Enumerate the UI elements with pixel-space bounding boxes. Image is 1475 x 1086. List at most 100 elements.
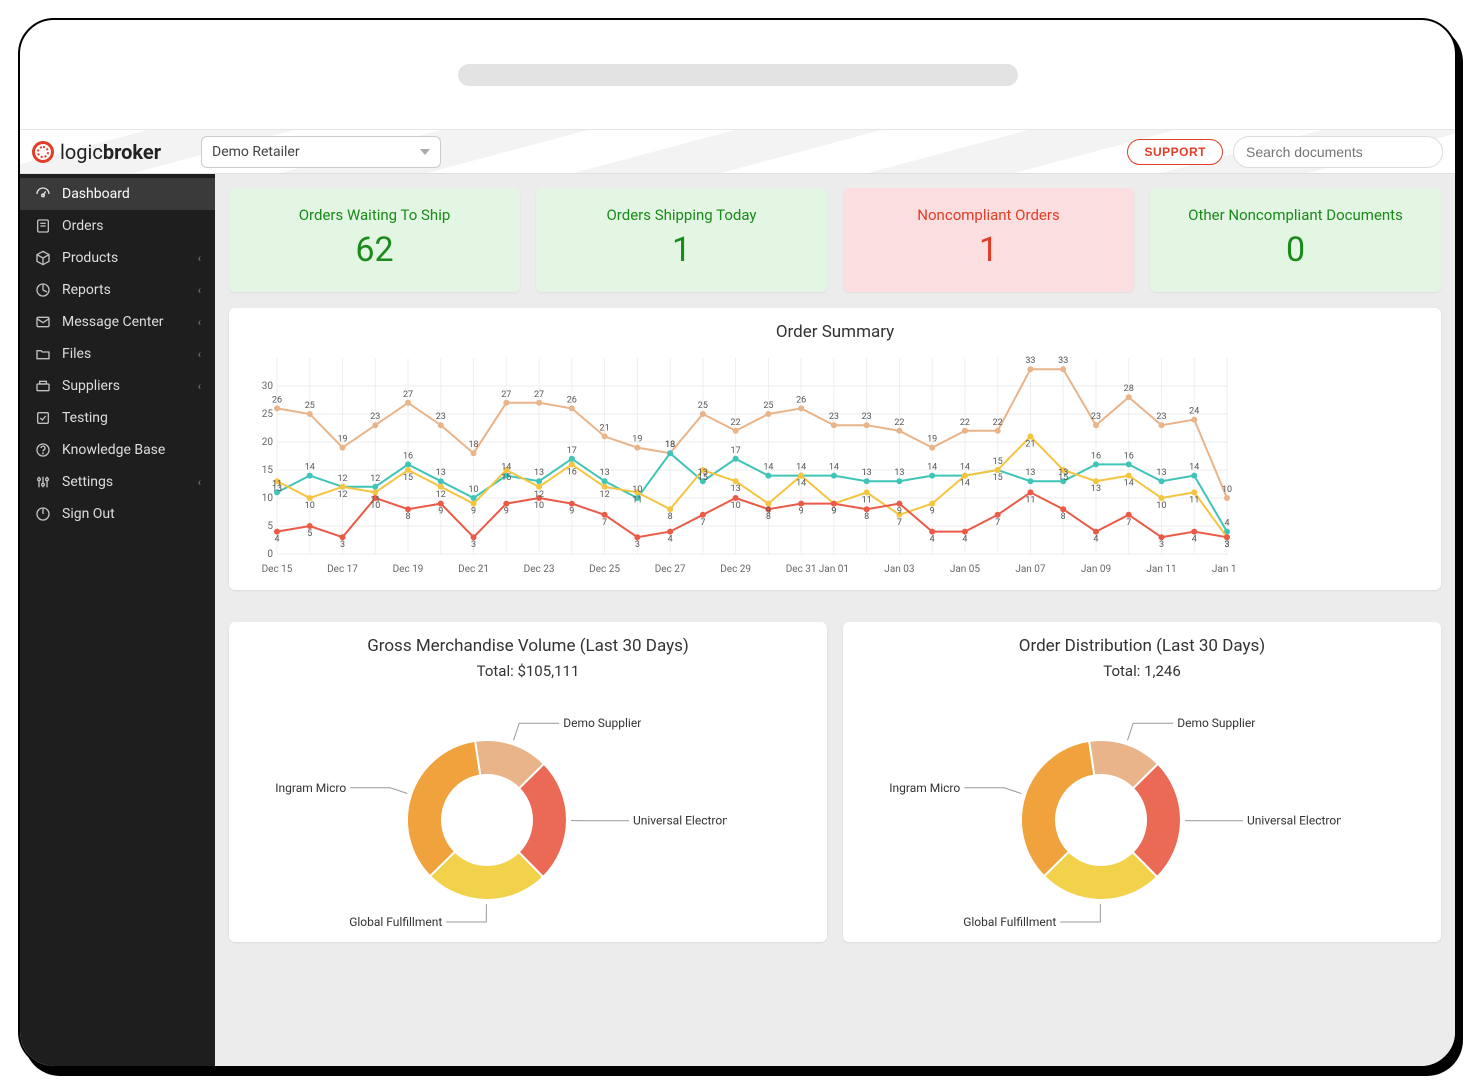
support-button[interactable]: SUPPORT (1127, 139, 1223, 165)
svg-text:23: 23 (829, 412, 839, 422)
svg-text:13: 13 (862, 468, 872, 478)
brand-prefix: logic (60, 140, 103, 164)
summary-card[interactable]: Orders Shipping Today1 (536, 188, 827, 292)
svg-text:8: 8 (406, 512, 411, 522)
summary-card[interactable]: Other Noncompliant Documents0 (1150, 188, 1441, 292)
dist-title: Order Distribution (Last 30 Days) (861, 636, 1423, 656)
svg-text:Jan 13: Jan 13 (1212, 564, 1237, 575)
message-icon (34, 314, 52, 330)
search-input[interactable] (1246, 144, 1427, 160)
svg-text:11: 11 (862, 495, 872, 505)
svg-text:24: 24 (1189, 407, 1199, 417)
sidebar-item-sign-out[interactable]: Sign Out (20, 498, 215, 530)
svg-text:4: 4 (1192, 535, 1197, 545)
gear-icon (32, 141, 54, 163)
sidebar-item-files[interactable]: Files‹ (20, 338, 215, 370)
sidebar-item-label: Testing (62, 410, 201, 426)
svg-text:18: 18 (665, 440, 675, 450)
svg-text:Global Fulfillment: Global Fulfillment (963, 915, 1056, 929)
svg-text:21: 21 (600, 423, 610, 433)
dist-chart: Demo SupplierUniversal Electronic Integr… (861, 690, 1423, 930)
chevron-left-icon: ‹ (198, 316, 201, 329)
browser-chrome (20, 20, 1455, 130)
svg-text:Ingram Micro: Ingram Micro (889, 781, 960, 795)
reports-icon (34, 282, 52, 298)
svg-text:14: 14 (1124, 479, 1134, 489)
svg-text:7: 7 (995, 518, 1000, 528)
sidebar-item-label: Orders (62, 218, 201, 234)
svg-text:3: 3 (340, 540, 345, 550)
svg-text:13: 13 (1156, 468, 1166, 478)
svg-text:17: 17 (567, 446, 577, 456)
svg-text:10: 10 (534, 501, 544, 511)
svg-text:15: 15 (993, 457, 1003, 467)
chevron-left-icon: ‹ (198, 252, 201, 265)
svg-text:23: 23 (436, 412, 446, 422)
url-bar[interactable] (458, 64, 1018, 86)
knowledge-icon (34, 442, 52, 458)
svg-text:15: 15 (403, 473, 413, 483)
sidebar-item-orders[interactable]: Orders (20, 210, 215, 242)
svg-text:22: 22 (960, 418, 970, 428)
svg-text:0: 0 (267, 549, 273, 560)
svg-text:13: 13 (731, 484, 741, 494)
svg-text:14: 14 (305, 463, 315, 473)
sidebar-item-message-center[interactable]: Message Center‹ (20, 306, 215, 338)
card-title: Orders Shipping Today (546, 206, 817, 224)
svg-text:7: 7 (602, 518, 607, 528)
svg-text:Jan 09: Jan 09 (1081, 564, 1111, 575)
order-summary-title: Order Summary (247, 322, 1423, 342)
sidebar-item-reports[interactable]: Reports‹ (20, 274, 215, 306)
svg-text:9: 9 (438, 507, 443, 517)
svg-text:14: 14 (763, 463, 773, 473)
brand-logo[interactable]: logicbroker (32, 140, 161, 164)
summary-card[interactable]: Orders Waiting To Ship62 (229, 188, 520, 292)
svg-text:Dec 29: Dec 29 (720, 564, 751, 575)
svg-text:23: 23 (862, 412, 872, 422)
svg-text:3: 3 (1224, 540, 1229, 550)
sidebar-item-suppliers[interactable]: Suppliers‹ (20, 370, 215, 402)
products-icon (34, 250, 52, 266)
svg-text:Jan 01: Jan 01 (819, 564, 849, 575)
svg-text:27: 27 (403, 390, 413, 400)
files-icon (34, 346, 52, 362)
svg-text:23: 23 (370, 412, 380, 422)
svg-text:27: 27 (534, 390, 544, 400)
card-value: 62 (239, 230, 510, 270)
sidebar-item-label: Sign Out (62, 506, 201, 522)
svg-text:17: 17 (731, 446, 741, 456)
gmv-panel: Gross Merchandise Volume (Last 30 Days) … (229, 622, 827, 942)
svg-text:10: 10 (370, 501, 380, 511)
svg-text:18: 18 (468, 440, 478, 450)
sidebar-item-knowledge-base[interactable]: Knowledge Base (20, 434, 215, 466)
svg-text:25: 25 (262, 409, 274, 420)
svg-text:12: 12 (600, 490, 610, 500)
svg-text:10: 10 (731, 501, 741, 511)
svg-text:Dec 19: Dec 19 (393, 564, 424, 575)
svg-text:Jan 03: Jan 03 (884, 564, 914, 575)
sidebar-item-products[interactable]: Products ‹ (20, 242, 215, 274)
card-title: Noncompliant Orders (853, 206, 1124, 224)
svg-text:8: 8 (864, 512, 869, 522)
sidebar-item-label: Reports (62, 282, 188, 298)
svg-text:23: 23 (1091, 412, 1101, 422)
company-selector[interactable]: Demo Retailer (201, 136, 441, 168)
sidebar-item-label: Products (62, 250, 188, 266)
summary-card[interactable]: Noncompliant Orders1 (843, 188, 1134, 292)
svg-text:Jan 07: Jan 07 (1015, 564, 1046, 575)
svg-text:28: 28 (1124, 384, 1134, 394)
layout: DashboardOrdersProducts‹Reports‹Message … (20, 174, 1455, 1066)
svg-text:Dec 31: Dec 31 (786, 564, 817, 575)
svg-text:Dec 15: Dec 15 (262, 564, 293, 575)
svg-text:9: 9 (471, 507, 476, 517)
svg-text:Jan 05: Jan 05 (950, 564, 981, 575)
svg-text:5: 5 (267, 521, 273, 532)
svg-text:4: 4 (1224, 519, 1229, 529)
svg-text:22: 22 (894, 418, 904, 428)
sidebar-item-settings[interactable]: Settings‹ (20, 466, 215, 498)
svg-text:22: 22 (993, 418, 1003, 428)
sidebar-item-dashboard[interactable]: Dashboard (20, 178, 215, 210)
sidebar-item-testing[interactable]: Testing (20, 402, 215, 434)
svg-text:13: 13 (534, 468, 544, 478)
search-wrap[interactable] (1233, 136, 1443, 168)
